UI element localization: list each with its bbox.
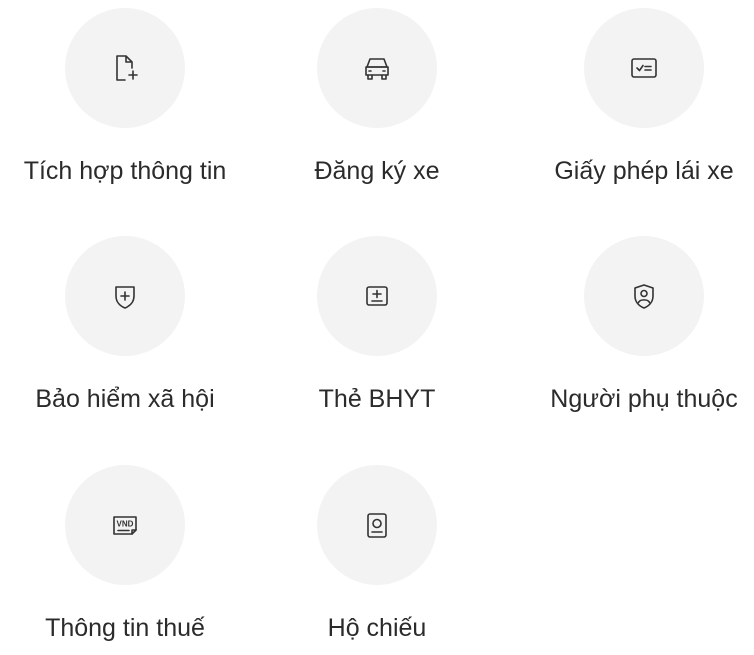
menu-item-label: Giấy phép lái xe [554,157,734,185]
icon-circle: VND [65,465,185,585]
vnd-text: VND [117,520,134,529]
menu-item-driving-license[interactable]: Giấy phép lái xe [524,8,754,198]
menu-item-social-insurance[interactable]: Bảo hiểm xã hội [5,236,245,426]
icon-circle [65,8,185,128]
icon-circle [317,465,437,585]
menu-item-health-insurance-card[interactable]: Thẻ BHYT [257,236,497,426]
icon-circle [584,8,704,128]
menu-item-label: Đăng ký xe [314,157,440,185]
shield-plus-icon [115,286,135,309]
menu-item-label: Tích hợp thông tin [23,157,227,185]
icon-circle [317,8,437,128]
passport-icon [367,513,387,538]
document-add-icon [116,55,138,81]
icon-circle [317,236,437,356]
menu-item-label: Thông tin thuế [45,614,205,642]
tax-vnd-icon: VND [113,516,137,535]
menu-item-passport[interactable]: Hộ chiếu [257,465,497,655]
license-card-icon [631,58,657,78]
menu-item-integrate-info[interactable]: Tích hợp thông tin [5,8,245,198]
car-icon [365,58,389,80]
menu-item-label: Thẻ BHYT [318,385,436,413]
person-shield-icon [634,284,654,309]
menu-item-label: Bảo hiểm xã hội [35,385,215,413]
icon-circle [65,236,185,356]
menu-item-tax-info[interactable]: VND Thông tin thuế [5,465,245,655]
menu-item-label: Hộ chiếu [327,614,427,642]
menu-item-label: Người phụ thuộc [550,385,738,413]
menu-item-vehicle-registration[interactable]: Đăng ký xe [257,8,497,198]
menu-item-dependents[interactable]: Người phụ thuộc [524,236,754,426]
icon-circle [584,236,704,356]
health-card-icon [366,286,388,306]
